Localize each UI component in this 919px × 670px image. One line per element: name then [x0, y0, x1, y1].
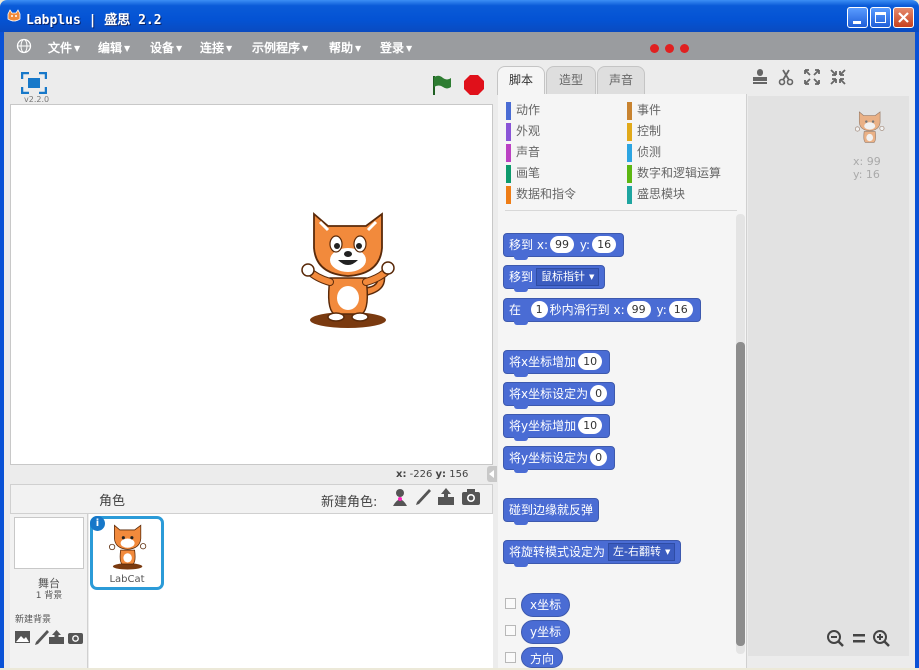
- stage-backdrop-count: 1 背景: [35, 591, 63, 601]
- stage-collapse-toggle[interactable]: [487, 466, 497, 482]
- new-sprite-label: 新建角色:: [321, 495, 378, 510]
- category-operators[interactable]: 数字和逻辑运算: [627, 164, 721, 183]
- menu-help[interactable]: 帮助 ▼: [329, 39, 361, 56]
- current-sprite-preview: [855, 111, 885, 143]
- block-set-y[interactable]: 将y坐标设定为 0: [503, 446, 616, 473]
- block-direction[interactable]: 方向: [521, 647, 564, 668]
- language-globe-icon[interactable]: [16, 38, 32, 54]
- glide-secs-input[interactable]: 1: [530, 301, 548, 318]
- x-position-checkbox[interactable]: [505, 598, 516, 609]
- glide-y-input[interactable]: 16: [668, 301, 693, 318]
- zoom-reset-icon[interactable]: [849, 629, 869, 647]
- set-x-input[interactable]: 0: [590, 385, 608, 402]
- window-title: Labplus | 盛思 2.2: [26, 13, 162, 28]
- camera-sprite-icon[interactable]: [461, 487, 481, 507]
- category-pen[interactable]: 画笔: [506, 164, 540, 183]
- sprite-position-readout: x: 99 y: 16: [853, 155, 881, 181]
- new-backdrop-label: 新建背景: [15, 615, 52, 625]
- menu-edit[interactable]: 编辑 ▼: [98, 39, 130, 56]
- labcat-thumbnail: [109, 524, 147, 570]
- block-rotation-style[interactable]: 将旋转模式设定为 左-右翻转 ▼: [503, 540, 682, 567]
- block-change-y[interactable]: 将y坐标增加 10: [503, 414, 611, 441]
- menu-file[interactable]: 文件 ▼: [48, 39, 80, 56]
- category-looks[interactable]: 外观: [506, 122, 540, 141]
- block-goto-xy[interactable]: 移到 x: 99 y: 16: [503, 233, 625, 260]
- change-y-input[interactable]: 10: [578, 417, 603, 434]
- upload-backdrop-icon[interactable]: [48, 629, 65, 645]
- goto-target-dropdown[interactable]: 鼠标指针 ▼: [536, 268, 600, 286]
- minimize-button[interactable]: [847, 7, 868, 28]
- scripts-area[interactable]: [748, 96, 909, 656]
- menu-examples[interactable]: 示例程序 ▼: [252, 39, 308, 56]
- grow-icon[interactable]: [803, 68, 821, 86]
- choose-backdrop-icon[interactable]: [14, 629, 31, 645]
- glide-x-input[interactable]: 99: [626, 301, 651, 318]
- menu-login[interactable]: 登录 ▼: [380, 39, 412, 56]
- close-icon: [898, 12, 909, 23]
- block-bounce[interactable]: 碰到边缘就反弹: [503, 498, 600, 525]
- choose-sprite-from-library-icon[interactable]: [390, 487, 410, 507]
- block-goto-target[interactable]: 移到 鼠标指针 ▼: [503, 265, 606, 292]
- mouse-coordinates: x: -226 y: 156: [396, 469, 469, 480]
- connection-status-indicator: [650, 42, 695, 56]
- category-events[interactable]: 事件: [627, 101, 661, 120]
- tab-scripts[interactable]: 脚本: [497, 66, 545, 95]
- category-sensing[interactable]: 侦测: [627, 143, 661, 162]
- delete-scissors-icon[interactable]: [777, 68, 795, 86]
- stop-icon[interactable]: [463, 74, 485, 96]
- category-sound[interactable]: 声音: [506, 143, 540, 162]
- maximize-button[interactable]: [870, 7, 891, 28]
- menu-bar: 文件 ▼ 编辑 ▼ 设备 ▼ 连接 ▼ 示例程序 ▼ 帮助 ▼ 登录 ▼: [4, 32, 915, 60]
- block-x-position[interactable]: x坐标: [521, 593, 571, 617]
- title-bar: Labplus | 盛思 2.2: [0, 0, 919, 32]
- y-position-checkbox[interactable]: [505, 625, 516, 636]
- direction-checkbox[interactable]: [505, 652, 516, 663]
- sprite-info-icon[interactable]: i: [90, 516, 105, 531]
- category-data[interactable]: 数据和指令: [506, 185, 576, 204]
- sprite-panel-title: 角色: [99, 494, 126, 509]
- upload-sprite-icon[interactable]: [436, 487, 456, 507]
- tab-sounds[interactable]: 声音: [597, 66, 645, 94]
- goto-x-input[interactable]: 99: [550, 236, 574, 253]
- sprite-name: LabCat: [109, 574, 145, 585]
- stage-canvas[interactable]: [10, 104, 493, 465]
- duplicate-stamp-icon[interactable]: [751, 68, 769, 86]
- stage-header: [10, 66, 493, 104]
- close-button[interactable]: [893, 7, 914, 28]
- category-labplus-modules[interactable]: 盛思模块: [627, 185, 685, 204]
- tab-costumes[interactable]: 造型: [546, 66, 596, 94]
- cat-app-icon: [7, 9, 21, 22]
- fullscreen-icon[interactable]: [21, 72, 47, 94]
- paint-new-sprite-icon[interactable]: [413, 487, 433, 507]
- stage-thumbnail[interactable]: [14, 517, 84, 569]
- labcat-sprite[interactable]: [300, 208, 398, 332]
- palette-scrollbar-thumb[interactable]: [736, 342, 745, 646]
- change-x-input[interactable]: 10: [578, 353, 603, 370]
- window-frame-right: [915, 32, 919, 668]
- sprite-card-labcat[interactable]: i LabCat: [90, 516, 164, 590]
- shrink-icon[interactable]: [829, 68, 847, 86]
- goto-y-input[interactable]: 16: [592, 236, 617, 253]
- menu-connect[interactable]: 连接 ▼: [200, 39, 232, 56]
- camera-backdrop-icon[interactable]: [67, 629, 84, 645]
- palette-divider: [505, 210, 737, 211]
- menu-device[interactable]: 设备 ▼: [150, 39, 182, 56]
- zoom-in-icon[interactable]: [872, 629, 892, 647]
- block-glide[interactable]: 在 1 秒内滑行到 x: 99 y: 16: [503, 298, 701, 325]
- category-control[interactable]: 控制: [627, 122, 661, 141]
- version-label: v2.2.0: [24, 95, 50, 104]
- block-change-x[interactable]: 将x坐标增加 10: [503, 350, 611, 377]
- category-motion[interactable]: 动作: [506, 101, 540, 120]
- zoom-out-icon[interactable]: [826, 629, 846, 647]
- set-y-input[interactable]: 0: [590, 449, 608, 466]
- green-flag-icon[interactable]: [430, 74, 452, 96]
- block-set-x[interactable]: 将x坐标设定为 0: [503, 382, 616, 409]
- block-y-position[interactable]: y坐标: [521, 620, 571, 644]
- rotation-style-dropdown[interactable]: 左-右翻转 ▼: [608, 543, 676, 561]
